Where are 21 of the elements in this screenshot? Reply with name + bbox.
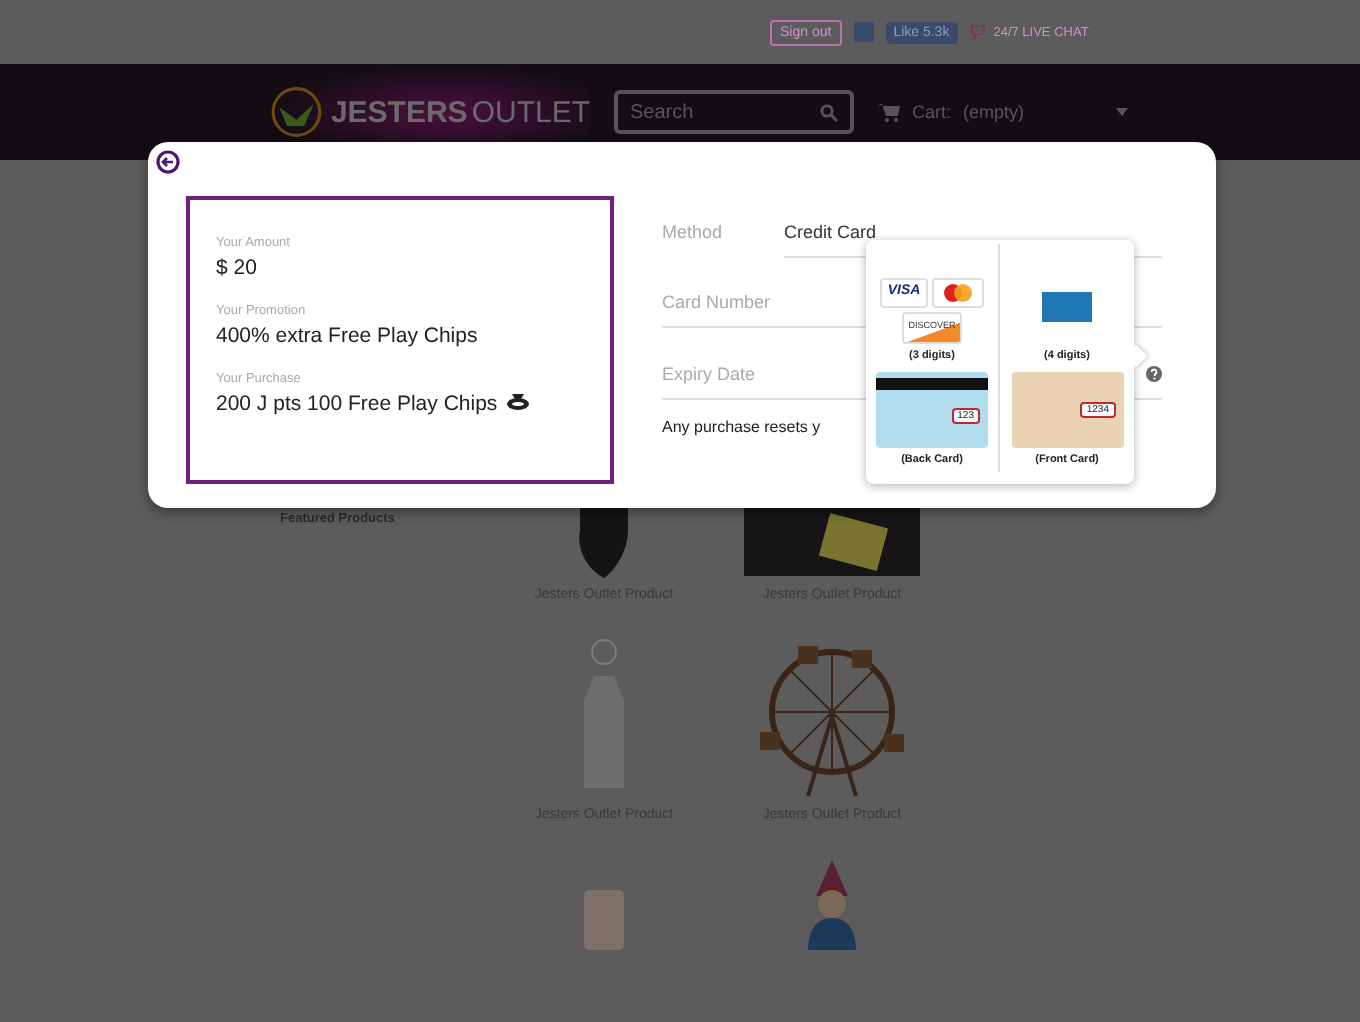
phone-photo xyxy=(584,890,624,950)
field-label: Method xyxy=(662,222,725,242)
search-field[interactable]: Search xyxy=(614,90,854,134)
cart-label[interactable]: Cart: xyxy=(912,102,952,122)
summary-value: 400% extra Free Play Chips xyxy=(216,324,478,348)
summary-value: $ 20 xyxy=(216,256,257,280)
facebook-icon[interactable] xyxy=(853,22,874,42)
summary-value: 200 J pts 100 Free Play Chips xyxy=(216,392,498,416)
help-icon[interactable] xyxy=(1146,366,1162,382)
cart-icon[interactable] xyxy=(878,102,900,122)
back-arrow-icon[interactable] xyxy=(156,150,180,174)
logo-text[interactable]: OUTLET xyxy=(471,95,590,129)
field-label: Card Number xyxy=(662,292,773,312)
mastercard-logo xyxy=(932,278,985,308)
logo-text[interactable]: JESTERS xyxy=(330,95,468,129)
field-label: Expiry Date xyxy=(662,364,758,384)
reset-note: Any purchase resets y xyxy=(662,418,823,436)
caret-icon[interactable] xyxy=(1116,108,1129,116)
cart-status[interactable]: (empty) xyxy=(963,102,1025,122)
jester-chip-icon xyxy=(505,394,530,414)
search-icon[interactable] xyxy=(820,103,838,121)
